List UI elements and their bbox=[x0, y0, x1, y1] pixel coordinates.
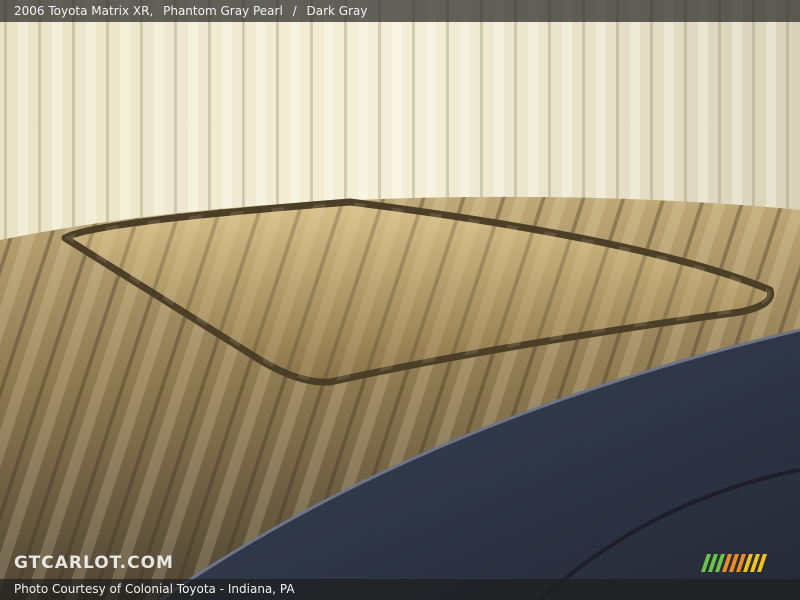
interior-color: Dark Gray bbox=[306, 4, 368, 18]
car-roof-photo bbox=[0, 0, 800, 600]
vehicle-title: 2006 Toyota Matrix XR, bbox=[14, 4, 154, 18]
photo-credit: Photo Courtesy of Colonial Toyota - Indi… bbox=[14, 582, 295, 596]
color-separator: / bbox=[292, 4, 297, 18]
exterior-color: Phantom Gray Pearl bbox=[163, 4, 283, 18]
site-watermark: GTCARLOT.COM bbox=[14, 553, 174, 573]
logo-stripes-icon bbox=[701, 554, 767, 572]
caption-bar: 2006 Toyota Matrix XR, Phantom Gray Pear… bbox=[0, 0, 800, 22]
photo-credit-bar: Photo Courtesy of Colonial Toyota - Indi… bbox=[0, 579, 800, 600]
